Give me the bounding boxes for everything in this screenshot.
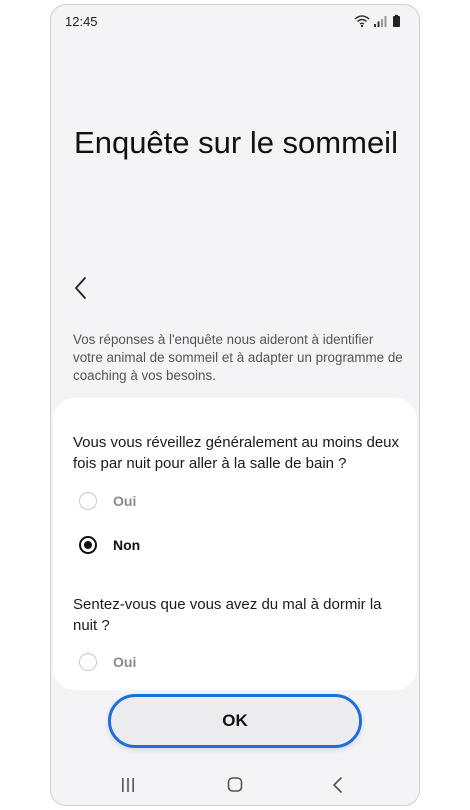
wifi-icon	[354, 15, 370, 28]
question-1-option-non[interactable]: Non	[79, 534, 279, 558]
question-1-option-oui[interactable]: Oui	[79, 490, 279, 514]
signal-icon	[374, 16, 387, 27]
home-icon	[227, 777, 243, 792]
intro-text: Vos réponses à l'enquête nous aideront à…	[73, 332, 403, 383]
option-label: Non	[113, 537, 141, 553]
ok-button[interactable]: OK	[108, 694, 362, 748]
status-bar: 12:45	[51, 5, 419, 39]
status-icons	[353, 14, 405, 28]
radio-unchecked-icon	[79, 653, 97, 671]
system-back-button[interactable]	[323, 773, 353, 797]
option-label: Oui	[113, 654, 137, 670]
back-icon	[333, 777, 342, 793]
recent-apps-button[interactable]	[113, 773, 143, 797]
recent-apps-icon	[122, 778, 134, 792]
chevron-left-icon	[75, 277, 86, 299]
back-button[interactable]	[67, 271, 97, 305]
option-label: Oui	[113, 493, 137, 509]
ok-button-label: OK	[222, 711, 248, 730]
question-2-option-oui[interactable]: Oui	[79, 651, 279, 675]
status-time: 12:45	[65, 14, 98, 29]
question-1-text: Vous vous réveillez généralement au moin…	[73, 434, 400, 472]
page-title: Enquête sur le sommeil	[74, 125, 398, 160]
question-2-text: Sentez-vous que vous avez du mal à dormi…	[73, 596, 382, 634]
phone-screen: 12:45 Enquête sur le sommeil Vos réponse…	[50, 4, 420, 806]
navigation-bar	[51, 765, 419, 805]
radio-unchecked-icon	[79, 492, 97, 510]
survey-card: Vous vous réveillez généralement au moin…	[53, 398, 417, 690]
radio-checked-icon	[79, 536, 97, 554]
home-button[interactable]	[220, 773, 250, 797]
battery-icon	[393, 14, 400, 27]
